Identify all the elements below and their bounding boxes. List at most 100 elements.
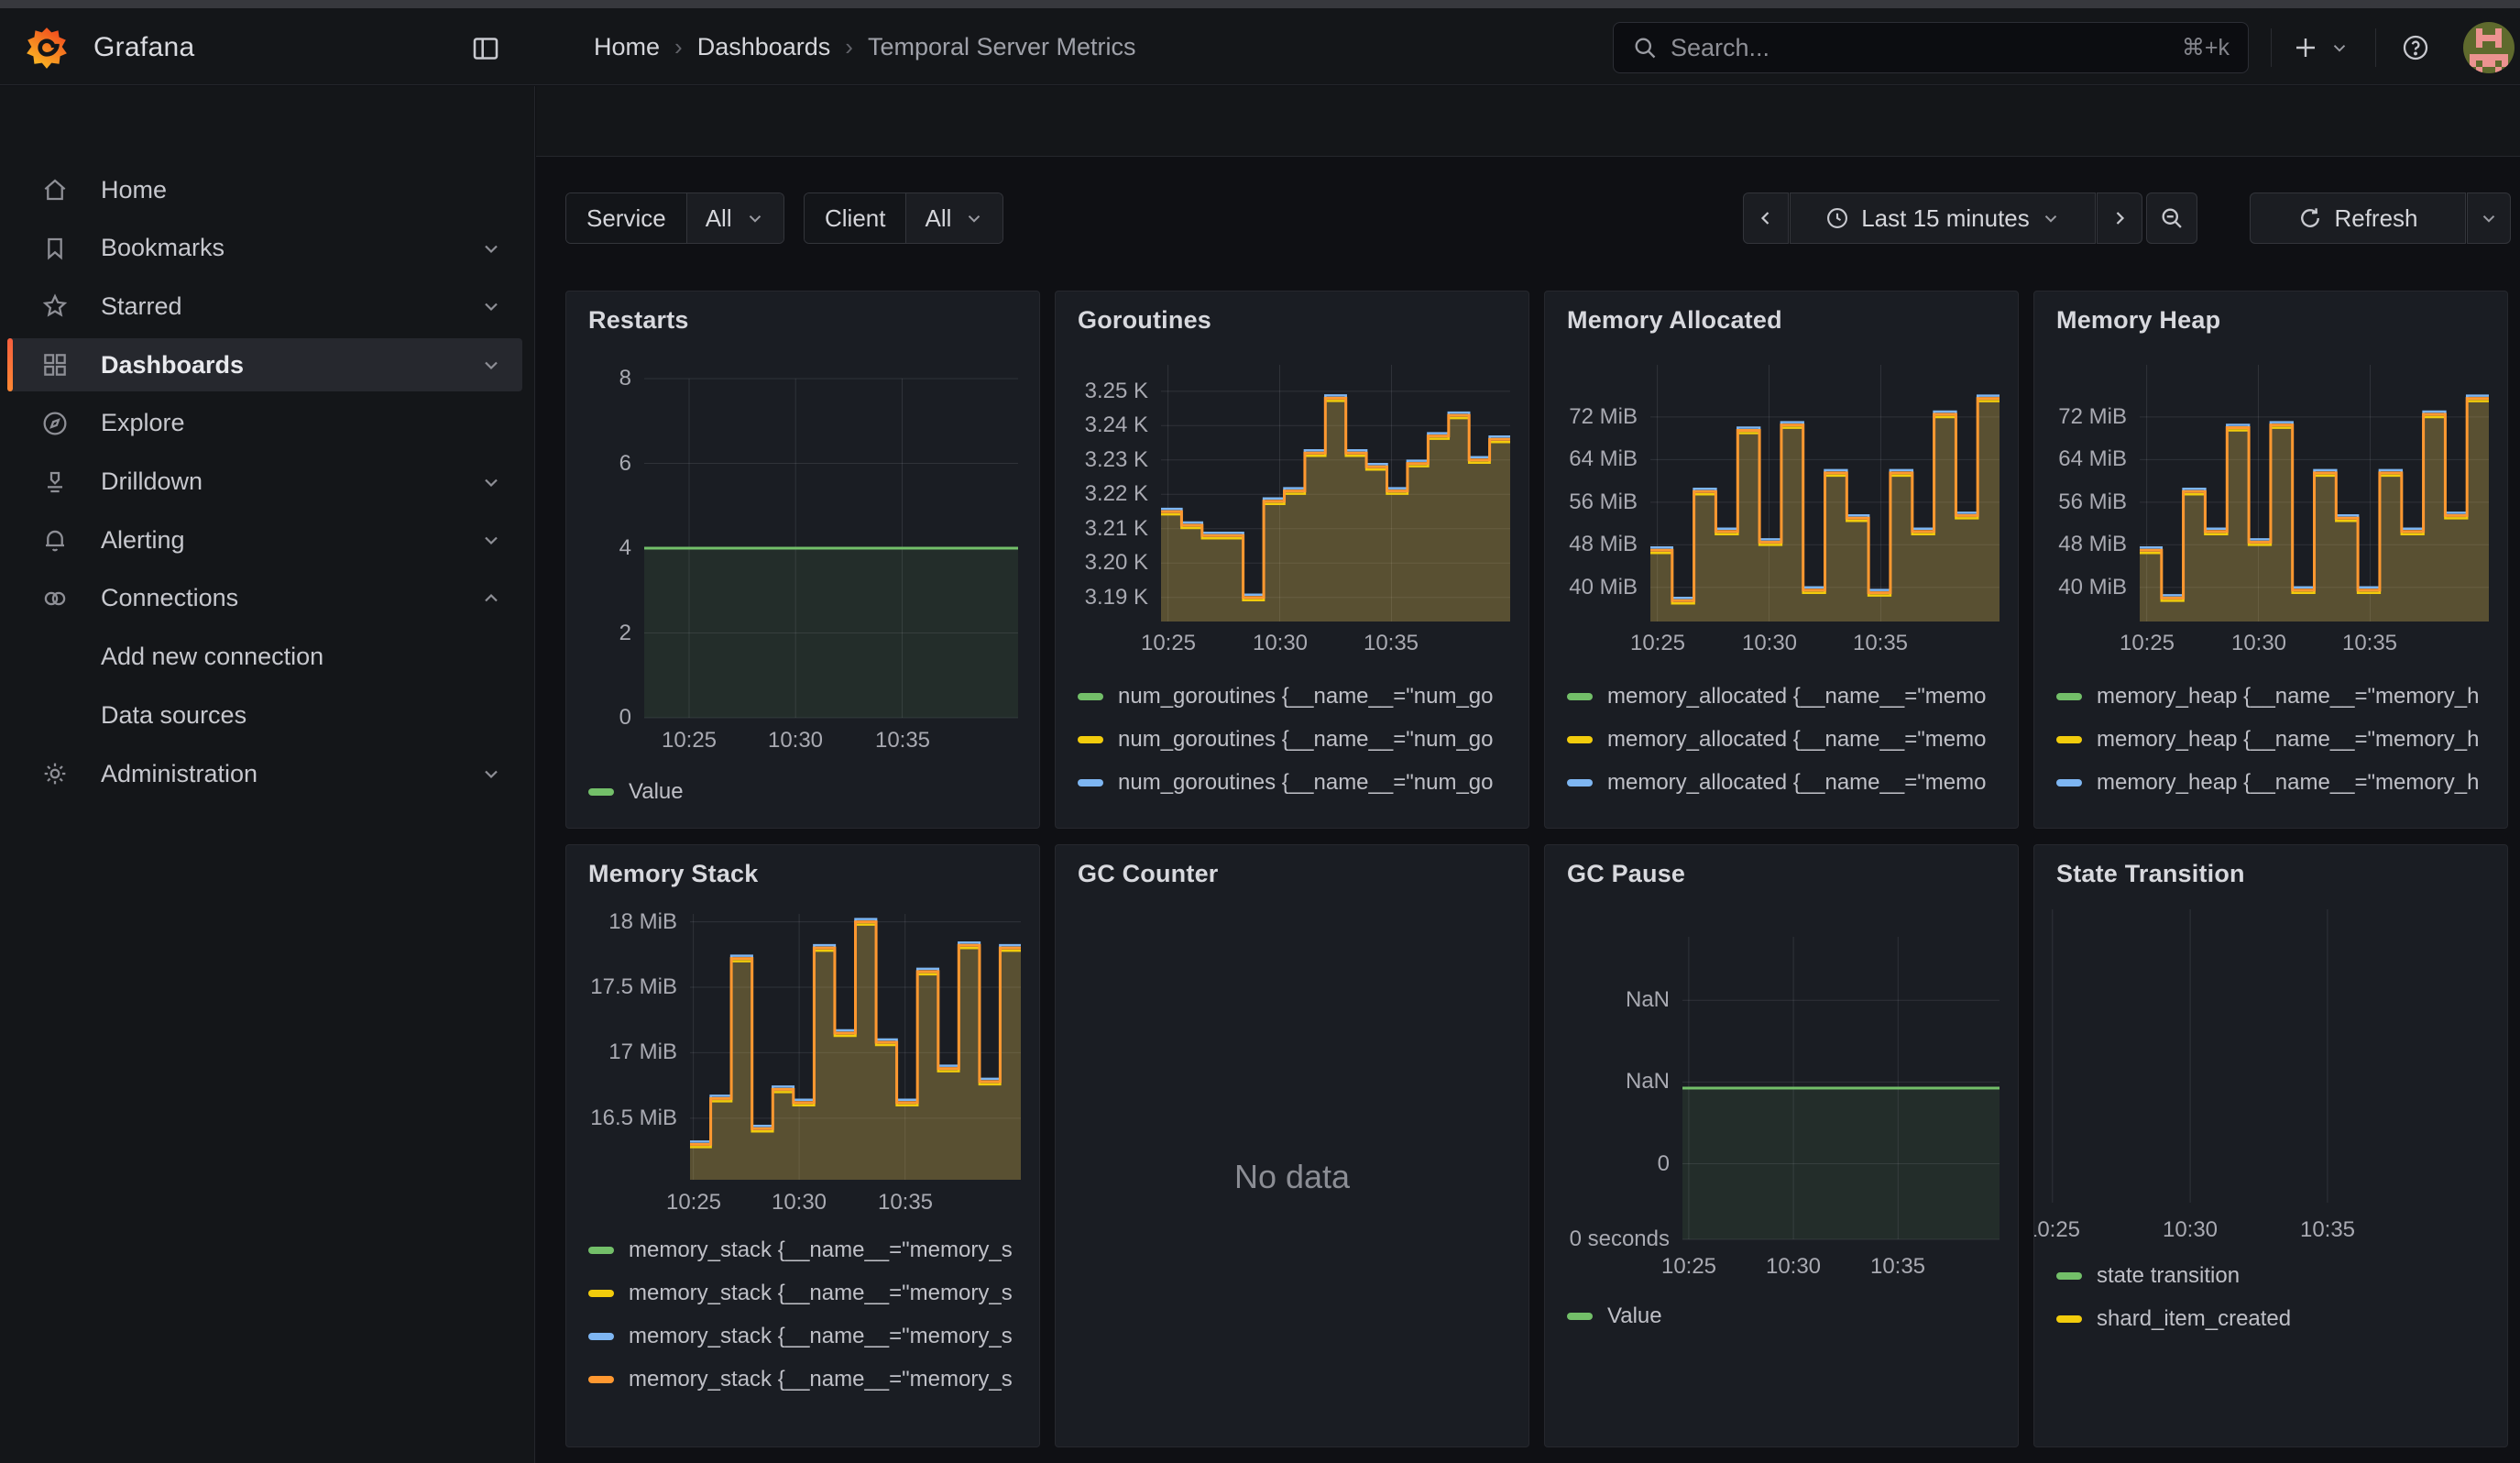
chart-restarts[interactable]	[644, 379, 1018, 718]
chart-mem_allocated[interactable]	[1650, 365, 2000, 622]
legend-label: memory_allocated {__name__="memo	[1607, 813, 1986, 815]
panel-title[interactable]: Memory Stack	[588, 860, 758, 888]
breadcrumb: Home › Dashboards › Temporal Server Metr…	[594, 8, 1136, 85]
y-axis-tick: 16.5 MiB	[566, 1106, 677, 1131]
chevron-down-icon[interactable]	[480, 295, 502, 317]
sidebar-item-home[interactable]: Home	[7, 163, 522, 216]
chart-goroutines[interactable]	[1161, 365, 1510, 622]
user-avatar[interactable]	[2463, 22, 2515, 73]
panel-title[interactable]: GC Counter	[1078, 860, 1219, 888]
search-input[interactable]	[1671, 34, 2169, 62]
x-axis-tick: 10:35	[1834, 1254, 1962, 1280]
legend-item[interactable]: memory_allocated {__name__="memo	[1567, 718, 2009, 761]
breadcrumb-current-page: Temporal Server Metrics	[868, 33, 1136, 61]
refresh-button[interactable]: Refresh	[2250, 192, 2466, 244]
legend-item[interactable]: memory_stack {__name__="memory_s	[588, 1314, 1030, 1358]
legend-item[interactable]: memory_stack {__name__="memory_s	[588, 1271, 1030, 1314]
sidebar-item-bookmarks[interactable]: Bookmarks	[7, 222, 522, 275]
y-axis-tick: 17 MiB	[566, 1040, 677, 1065]
sidebar-item-starred[interactable]: Starred	[7, 280, 522, 333]
chart-mem_heap[interactable]	[2140, 365, 2489, 622]
legend-swatch	[2056, 693, 2082, 700]
service-filter-value[interactable]: All	[687, 193, 783, 243]
legend-item[interactable]: memory_allocated {__name__="memo	[1567, 761, 2009, 804]
chart-state_transition[interactable]	[2034, 909, 2489, 1203]
breadcrumb-dashboards[interactable]: Dashboards	[697, 33, 831, 61]
panel-title[interactable]: GC Pause	[1567, 860, 1685, 888]
legend-item[interactable]: state transition	[2056, 1254, 2498, 1297]
bell-icon	[40, 525, 70, 555]
legend-item[interactable]: num_goroutines {__name__="num_go	[1078, 761, 1519, 804]
legend-item[interactable]: num_goroutines {__name__="num_go	[1078, 718, 1519, 761]
legend-label: num_goroutines {__name__="num_go	[1118, 813, 1494, 815]
sidebar-item-add-new-connection[interactable]: Add new connection	[7, 631, 522, 684]
x-axis-tick: 10:30	[1705, 631, 1834, 656]
legend-item[interactable]: num_goroutines {__name__="num_go	[1078, 804, 1519, 814]
chevron-down-icon[interactable]	[480, 237, 502, 259]
nav-divider	[2375, 28, 2376, 67]
client-filter-value[interactable]: All	[906, 193, 1003, 243]
y-axis-tick: 0	[1545, 1151, 1670, 1177]
legend-label: memory_allocated {__name__="memo	[1607, 770, 1986, 796]
breadcrumb-separator: ›	[845, 33, 853, 61]
add-new-button[interactable]	[2284, 26, 2328, 70]
sidebar-toggle-icon[interactable]	[469, 32, 502, 65]
refresh-interval-button[interactable]	[2467, 192, 2511, 244]
legend-item[interactable]: memory_allocated {__name__="memo	[1567, 675, 2009, 718]
sidebar-item-data-sources[interactable]: Data sources	[7, 688, 522, 742]
legend-item[interactable]: memory_stack {__name__="memory_s	[588, 1358, 1030, 1401]
add-new-chevron[interactable]	[2324, 26, 2355, 70]
sidebar-item-label: Administration	[101, 760, 257, 788]
time-shift-forward-button[interactable]	[2097, 192, 2142, 244]
panel-title[interactable]: Memory Allocated	[1567, 306, 1782, 335]
y-axis-tick: 18 MiB	[566, 909, 677, 935]
time-range-picker[interactable]: Last 15 minutes	[1790, 192, 2096, 244]
grafana-logo[interactable]	[24, 25, 70, 71]
legend-item[interactable]: memory_stack {__name__="memory_s	[588, 1228, 1030, 1271]
legend-item[interactable]: memory_heap {__name__="memory_h	[2056, 675, 2498, 718]
nav-divider	[2271, 28, 2272, 67]
legend-label: memory_heap {__name__="memory_h	[2097, 813, 2479, 815]
sidebar-item-connections[interactable]: Connections	[7, 572, 522, 625]
sidebar-item-administration[interactable]: Administration	[7, 747, 522, 800]
chevron-up-icon[interactable]	[480, 588, 502, 610]
legend-swatch	[2056, 736, 2082, 743]
legend-item[interactable]: num_goroutines {__name__="num_go	[1078, 675, 1519, 718]
y-axis-tick: 64 MiB	[2034, 446, 2127, 472]
sidebar-item-dashboards[interactable]: Dashboards	[7, 338, 522, 391]
zoom-out-time-button[interactable]	[2146, 192, 2197, 244]
y-axis-tick: 3.19 K	[1056, 585, 1148, 610]
y-axis-tick: 56 MiB	[1545, 490, 1638, 515]
sidebar-item-explore[interactable]: Explore	[7, 397, 522, 450]
time-shift-back-button[interactable]	[1743, 192, 1789, 244]
clock-icon	[1824, 205, 1850, 231]
sidebar-item-drilldown[interactable]: Drilldown	[7, 456, 522, 509]
legend-swatch	[1567, 693, 1593, 700]
sidebar-item-alerting[interactable]: Alerting	[7, 513, 522, 566]
legend-label: memory_heap {__name__="memory_h	[2097, 770, 2479, 796]
chevron-down-icon[interactable]	[480, 471, 502, 493]
legend-item[interactable]: shard_item_created	[2056, 1297, 2498, 1340]
panel-title[interactable]: Restarts	[588, 306, 689, 335]
legend-item[interactable]: memory_heap {__name__="memory_h	[2056, 718, 2498, 761]
chevron-down-icon[interactable]	[480, 354, 502, 376]
chevron-down-icon	[745, 208, 765, 228]
chart-gc_pause[interactable]	[1682, 937, 2000, 1239]
legend-item[interactable]: Value	[588, 770, 1030, 813]
legend-swatch	[588, 1247, 614, 1254]
legend-label: num_goroutines {__name__="num_go	[1118, 727, 1494, 753]
legend-item[interactable]: Value	[1567, 1294, 2009, 1337]
chevron-down-icon[interactable]	[480, 529, 502, 551]
sidebar-item-label: Data sources	[101, 701, 247, 730]
legend-item[interactable]: memory_allocated {__name__="memo	[1567, 804, 2009, 814]
chevron-down-icon[interactable]	[480, 763, 502, 785]
panel-title[interactable]: State Transition	[2056, 860, 2245, 888]
search-box[interactable]: ⌘+k	[1613, 22, 2249, 73]
panel-title[interactable]: Memory Heap	[2056, 306, 2220, 335]
breadcrumb-home[interactable]: Home	[594, 33, 660, 61]
legend-item[interactable]: memory_heap {__name__="memory_h	[2056, 804, 2498, 814]
legend-item[interactable]: memory_heap {__name__="memory_h	[2056, 761, 2498, 804]
help-button[interactable]	[2394, 26, 2438, 70]
chart-mem_stack[interactable]	[690, 914, 1021, 1180]
panel-title[interactable]: Goroutines	[1078, 306, 1211, 335]
